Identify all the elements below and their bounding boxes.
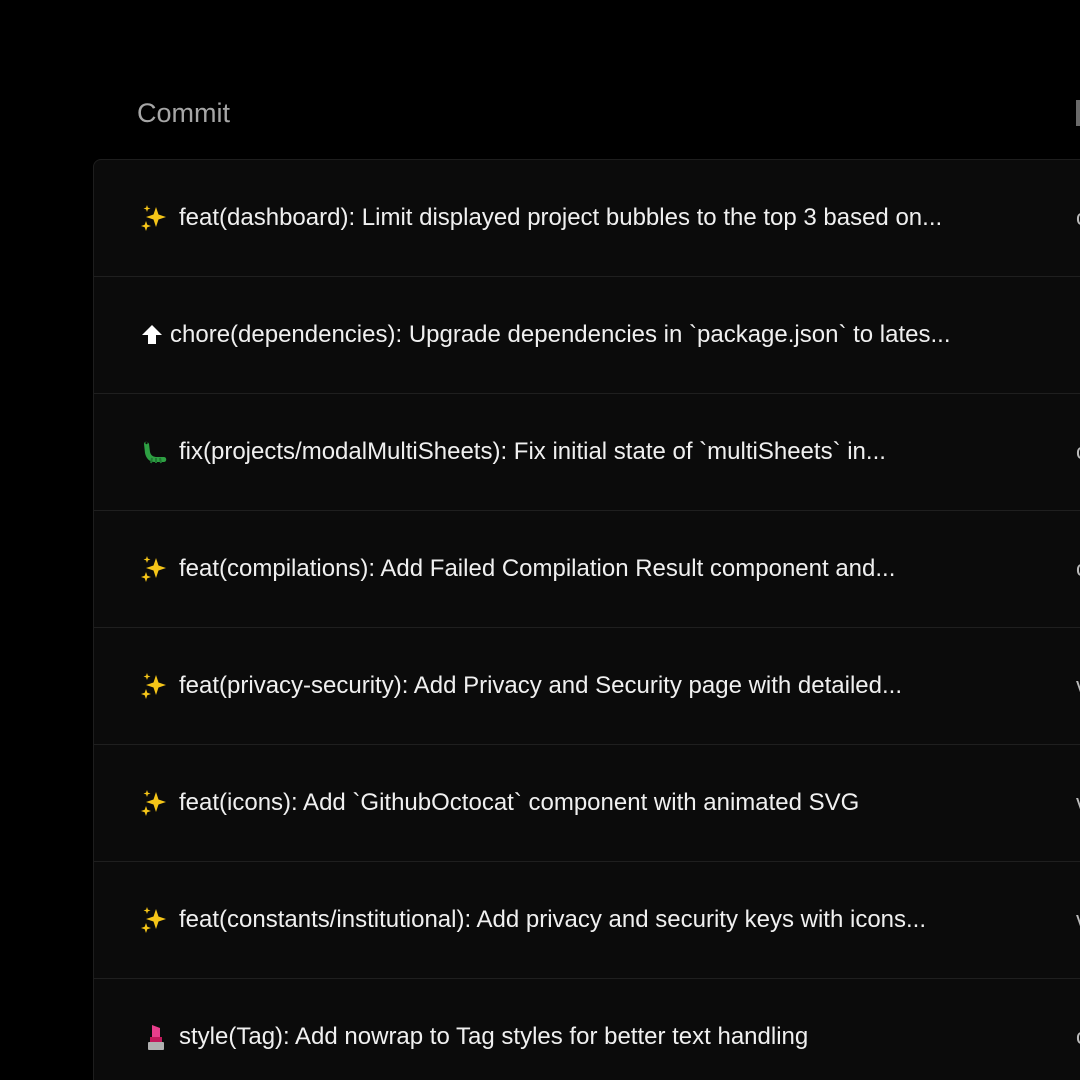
- next-column-cell: v: [1076, 673, 1080, 699]
- table-row[interactable]: style(Tag): Add nowrap to Tag styles for…: [94, 979, 1080, 1080]
- lipstick-icon: [142, 1023, 170, 1051]
- sparkles-icon: [140, 555, 168, 583]
- next-column-header: [1076, 100, 1080, 126]
- bug-icon: [140, 438, 168, 466]
- commit-message: feat(constants/institutional): Add priva…: [179, 906, 927, 933]
- next-column-cell: c: [1076, 205, 1080, 231]
- next-column-cell: c: [1076, 556, 1080, 582]
- next-column-cell: c: [1076, 439, 1080, 465]
- commit-column-header: Commit: [137, 98, 230, 128]
- commit-message: chore(dependencies): Upgrade dependencie…: [170, 321, 951, 348]
- commit-message: feat(privacy-security): Add Privacy and …: [179, 672, 902, 699]
- table-row[interactable]: feat(compilations): Add Failed Compilati…: [94, 511, 1080, 628]
- next-column-cell: v: [1076, 907, 1080, 933]
- table-row[interactable]: feat(dashboard): Limit displayed project…: [94, 160, 1080, 277]
- sparkles-icon: [140, 204, 168, 232]
- table-row[interactable]: feat(privacy-security): Add Privacy and …: [94, 628, 1080, 745]
- commit-message: fix(projects/modalMultiSheets): Fix init…: [179, 438, 886, 465]
- table-row[interactable]: chore(dependencies): Upgrade dependencie…: [94, 277, 1080, 394]
- arrow-up-icon: [138, 321, 166, 349]
- sparkles-icon: [140, 672, 168, 700]
- commit-message: feat(icons): Add `GithubOctocat` compone…: [179, 789, 860, 816]
- sparkles-icon: [140, 906, 168, 934]
- commit-message: feat(compilations): Add Failed Compilati…: [179, 555, 896, 582]
- table-row[interactable]: feat(constants/institutional): Add priva…: [94, 862, 1080, 979]
- commit-message: style(Tag): Add nowrap to Tag styles for…: [179, 1023, 809, 1050]
- next-column-cell: c: [1076, 1024, 1080, 1050]
- commit-message: feat(dashboard): Limit displayed project…: [179, 204, 943, 231]
- commits-table: feat(dashboard): Limit displayed project…: [93, 159, 1080, 1080]
- table-row[interactable]: feat(icons): Add `GithubOctocat` compone…: [94, 745, 1080, 862]
- next-column-cell: v: [1076, 790, 1080, 816]
- table-row[interactable]: fix(projects/modalMultiSheets): Fix init…: [94, 394, 1080, 511]
- sparkles-icon: [140, 789, 168, 817]
